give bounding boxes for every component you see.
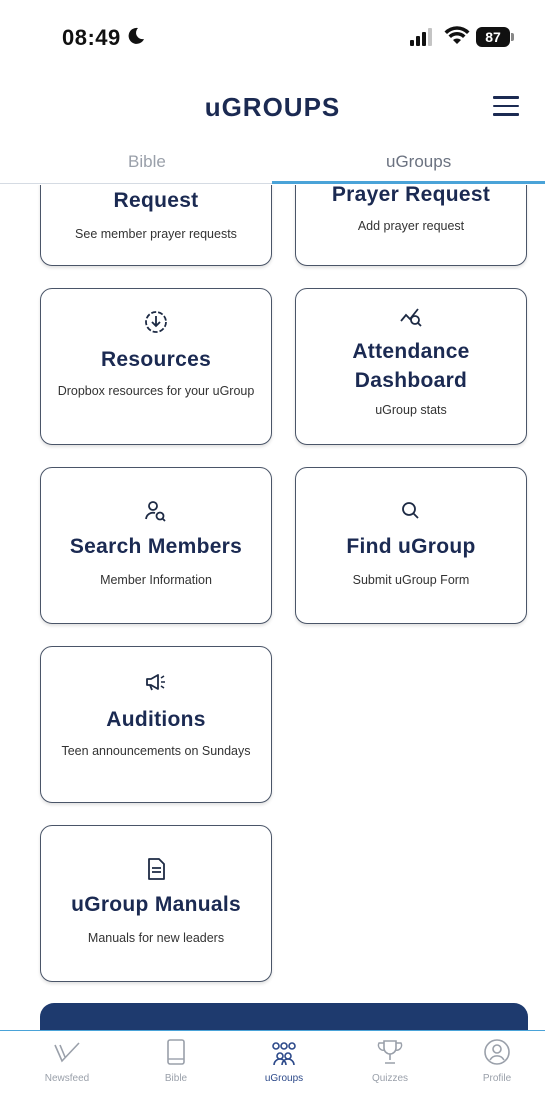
nav-label: Newsfeed xyxy=(44,1073,90,1084)
person-search-icon xyxy=(145,501,166,522)
card-title: Find uGroup xyxy=(346,535,476,558)
magnifier-icon xyxy=(402,502,419,519)
tab-bible[interactable]: Bible xyxy=(128,152,166,172)
page-title: uGROUPS xyxy=(204,92,341,122)
card-prayer-requests[interactable]: Request See member prayer requests xyxy=(40,185,272,266)
nav-newsfeed[interactable]: Newsfeed xyxy=(22,1037,112,1084)
app-header: uGROUPS xyxy=(0,80,545,140)
battery-indicator: 87 xyxy=(476,27,514,47)
card-subtitle: Add prayer request xyxy=(357,219,465,233)
card-subtitle: uGroup stats xyxy=(375,403,447,417)
nav-ugroups[interactable]: uGroups xyxy=(239,1037,329,1084)
tab-ugroups[interactable]: uGroups xyxy=(386,152,451,172)
tab-bar: Bible uGroups xyxy=(0,148,545,184)
card-title: Resources xyxy=(100,348,212,371)
people-icon xyxy=(272,1042,296,1066)
trophy-icon xyxy=(377,1040,403,1064)
ugroups-grid[interactable]: Request See member prayer requests Praye… xyxy=(0,185,545,1030)
card-subtitle: Submit uGroup Form xyxy=(352,573,470,587)
card-title: Prayer Request xyxy=(331,185,491,206)
bottom-nav: Newsfeed Bible uGroups Quizzes Profile xyxy=(0,1030,545,1093)
card-search-members[interactable]: Search Members Member Information xyxy=(40,467,272,624)
nav-label: Quizzes xyxy=(371,1073,409,1084)
card-subtitle: Member Information xyxy=(100,573,212,587)
card-title: Search Members xyxy=(69,535,243,558)
megaphone-icon xyxy=(146,674,165,691)
card-add-prayer-request[interactable]: Prayer Request Add prayer request xyxy=(295,185,527,266)
card-title: Auditions xyxy=(106,708,206,731)
profile-icon xyxy=(484,1039,510,1065)
signal-icon xyxy=(410,28,432,46)
card-resources[interactable]: Resources Dropbox resources for your uGr… xyxy=(40,288,272,445)
document-icon xyxy=(148,858,165,880)
nav-label: uGroups xyxy=(264,1073,304,1084)
nav-bible[interactable]: Bible xyxy=(131,1037,221,1084)
card-title: uGroup Manuals xyxy=(71,893,241,916)
card-subtitle: Teen announcements on Sundays xyxy=(61,744,251,758)
card-ugroup-manuals[interactable]: uGroup Manuals Manuals for new leaders xyxy=(40,825,272,982)
card-subtitle: Dropbox resources for your uGroup xyxy=(57,384,255,398)
wifi-icon xyxy=(444,26,470,44)
status-bar: 08:49 87 xyxy=(0,0,545,70)
card-subtitle: See member prayer requests xyxy=(75,227,237,241)
book-icon xyxy=(167,1039,185,1065)
promo-banner[interactable] xyxy=(40,1003,528,1030)
newsfeed-icon xyxy=(54,1042,80,1063)
status-time: 08:49 xyxy=(62,25,121,50)
nav-quizzes[interactable]: Quizzes xyxy=(345,1037,435,1084)
hamburger-menu-icon[interactable] xyxy=(493,96,519,116)
active-tab-indicator xyxy=(272,181,545,184)
moon-icon xyxy=(128,27,144,44)
card-find-ugroup[interactable]: Find uGroup Submit uGroup Form xyxy=(295,467,527,624)
battery-level: 87 xyxy=(476,27,510,47)
card-title: Attendance Dashboard xyxy=(352,340,470,392)
download-circle-icon xyxy=(145,311,167,333)
nav-label: Profile xyxy=(482,1073,512,1084)
card-subtitle: Manuals for new leaders xyxy=(87,931,225,945)
card-attendance-dashboard[interactable]: Attendance Dashboard uGroup stats xyxy=(295,288,527,445)
chart-search-icon xyxy=(400,308,422,327)
card-auditions[interactable]: Auditions Teen announcements on Sundays xyxy=(40,646,272,803)
battery-tip xyxy=(511,33,514,41)
nav-profile[interactable]: Profile xyxy=(452,1037,542,1084)
card-title: Request xyxy=(113,189,199,212)
nav-label: Bible xyxy=(164,1073,188,1084)
